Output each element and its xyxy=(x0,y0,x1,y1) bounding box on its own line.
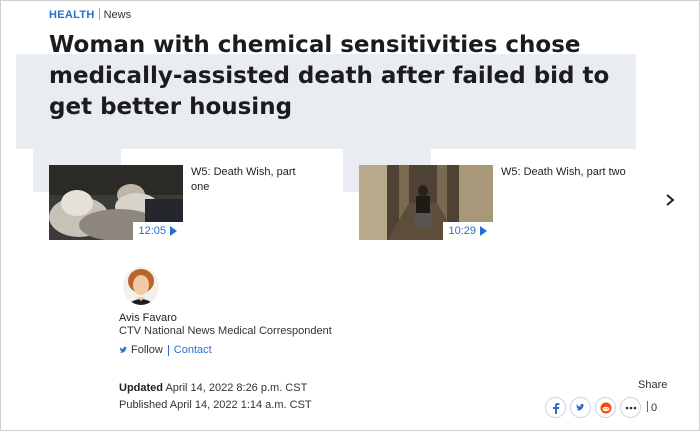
author-role: CTV National News Medical Correspondent xyxy=(119,325,332,337)
author-actions: Follow Contact xyxy=(119,344,212,356)
follow-link[interactable]: Follow xyxy=(131,344,163,356)
section-subcategory-link[interactable]: News xyxy=(104,9,132,21)
published-label: Published xyxy=(119,399,168,411)
article-headline: Woman with chemical sensitivities chose … xyxy=(49,32,610,120)
play-icon xyxy=(480,226,487,236)
share-count-value: 0 xyxy=(651,402,658,414)
author-avatar xyxy=(123,267,159,305)
duration-text: 10:29 xyxy=(448,225,476,237)
reddit-icon xyxy=(600,402,611,413)
more-share-button[interactable] xyxy=(620,397,641,418)
video-duration: 10:29 xyxy=(443,222,493,240)
carousel-next-icon[interactable] xyxy=(664,193,676,207)
divider xyxy=(647,401,648,412)
video-title[interactable]: W5: Death Wish, part one xyxy=(191,165,311,195)
breadcrumb-divider xyxy=(98,8,100,20)
contact-link[interactable]: Contact xyxy=(174,344,212,356)
published-line: Published April 14, 2022 1:14 a.m. CST xyxy=(119,397,312,414)
reddit-share-button[interactable] xyxy=(595,397,616,418)
share-count: 0 xyxy=(647,401,657,414)
twitter-share-button[interactable] xyxy=(570,397,591,418)
video-duration: 12:05 xyxy=(133,222,183,240)
play-icon xyxy=(170,226,177,236)
facebook-icon xyxy=(552,402,559,414)
updated-value: April 14, 2022 8:26 p.m. CST xyxy=(165,382,308,394)
duration-text: 12:05 xyxy=(138,225,166,237)
article-dates: Updated April 14, 2022 8:26 p.m. CST Pub… xyxy=(119,380,312,414)
more-icon xyxy=(625,406,636,409)
published-value: April 14, 2022 1:14 a.m. CST xyxy=(169,399,312,411)
twitter-icon xyxy=(576,403,585,410)
twitter-icon xyxy=(119,346,128,355)
share-label: Share xyxy=(638,379,668,391)
video-title[interactable]: W5: Death Wish, part two xyxy=(501,165,651,180)
section-breadcrumb: HEALTH News xyxy=(49,8,131,22)
author-name[interactable]: Avis Favaro xyxy=(119,312,177,324)
section-category-link[interactable]: HEALTH xyxy=(49,9,95,21)
updated-label: Updated xyxy=(119,382,163,394)
video-thumbnail[interactable]: 12:05 xyxy=(49,165,183,240)
updated-line: Updated April 14, 2022 8:26 p.m. CST xyxy=(119,380,312,397)
facebook-share-button[interactable] xyxy=(545,397,566,418)
video-thumbnail[interactable]: 10:29 xyxy=(359,165,493,240)
share-buttons: 0 xyxy=(545,397,657,418)
divider xyxy=(167,344,169,356)
